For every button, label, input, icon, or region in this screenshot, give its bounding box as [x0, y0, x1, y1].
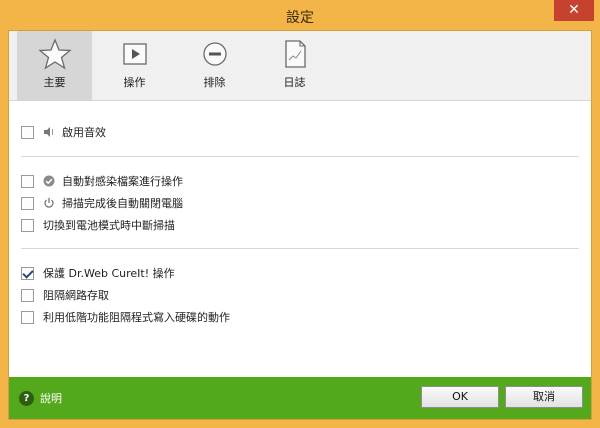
help-link[interactable]: ? 說明: [19, 390, 62, 406]
protect-self-label: 保護 Dr.Web CureIt! 操作: [43, 267, 175, 280]
tab-actions-label: 操作: [123, 76, 146, 89]
auto-shutdown-checkbox[interactable]: [21, 196, 34, 210]
tab-exclusions[interactable]: 排除: [177, 31, 252, 100]
auto-shutdown-label: 掃描完成後自動關閉電腦: [62, 197, 183, 210]
option-auto-shutdown[interactable]: 掃描完成後自動關閉電腦: [21, 195, 183, 211]
tab-exclusions-label: 排除: [203, 76, 226, 89]
tab-log[interactable]: 日誌: [257, 31, 332, 100]
battery-stop-checkbox[interactable]: [21, 218, 34, 232]
divider: [21, 156, 579, 157]
settings-window: 設定 ✕ 主要 操作 排除 日誌 啟用音效 自動對感染檔案進行操作 掃描完成後自…: [0, 0, 600, 428]
auto-act-label: 自動對感染檔案進行操作: [62, 175, 183, 188]
protect-self-checkbox[interactable]: [21, 266, 34, 280]
option-sound[interactable]: 啟用音效: [21, 124, 106, 140]
log-chart-icon: [284, 40, 306, 68]
star-icon: [37, 38, 72, 70]
dialog-body: 主要 操作 排除 日誌 啟用音效 自動對感染檔案進行操作 掃描完成後自動關閉電腦…: [8, 30, 592, 420]
block-lowlevel-disk-checkbox[interactable]: [21, 310, 34, 324]
tab-log-label: 日誌: [283, 76, 306, 89]
tab-main[interactable]: 主要: [17, 31, 92, 100]
battery-stop-label: 切換到電池模式時中斷掃描: [43, 219, 175, 232]
check-circle-icon: [43, 175, 55, 187]
block-network-label: 阻隔網路存取: [43, 289, 109, 302]
ok-button[interactable]: OK: [421, 386, 499, 408]
tab-main-label: 主要: [43, 76, 66, 89]
block-lowlevel-disk-label: 利用低階功能阻隔程式寫入硬碟的動作: [43, 311, 230, 324]
help-icon: ?: [19, 390, 34, 406]
power-icon: [44, 197, 54, 208]
option-battery-stop[interactable]: 切換到電池模式時中斷掃描: [21, 217, 175, 233]
sound-checkbox[interactable]: [21, 125, 34, 139]
play-icon: [122, 43, 147, 65]
help-label: 說明: [40, 392, 62, 405]
speaker-icon: [44, 127, 53, 137]
title-bar[interactable]: 設定 ✕: [8, 0, 594, 30]
tab-actions[interactable]: 操作: [97, 31, 172, 100]
minus-circle-icon: [202, 42, 227, 66]
main-settings-panel: 啟用音效 自動對感染檔案進行操作 掃描完成後自動關閉電腦 切換到電池模式時中斷掃…: [9, 102, 591, 377]
sound-label: 啟用音效: [62, 126, 106, 139]
option-block-lowlevel-disk[interactable]: 利用低階功能阻隔程式寫入硬碟的動作: [21, 309, 230, 325]
option-block-network[interactable]: 阻隔網路存取: [21, 287, 109, 303]
close-button[interactable]: ✕: [554, 0, 594, 21]
divider: [21, 248, 579, 249]
option-protect-self[interactable]: 保護 Dr.Web CureIt! 操作: [21, 265, 175, 281]
option-auto-act[interactable]: 自動對感染檔案進行操作: [21, 173, 183, 189]
block-network-checkbox[interactable]: [21, 288, 34, 302]
auto-act-checkbox[interactable]: [21, 174, 34, 188]
settings-tabs: 主要 操作 排除 日誌: [9, 31, 591, 101]
dialog-footer: ? 說明 OK 取消: [9, 377, 591, 419]
window-title: 設定: [286, 10, 314, 26]
cancel-button[interactable]: 取消: [505, 386, 583, 408]
